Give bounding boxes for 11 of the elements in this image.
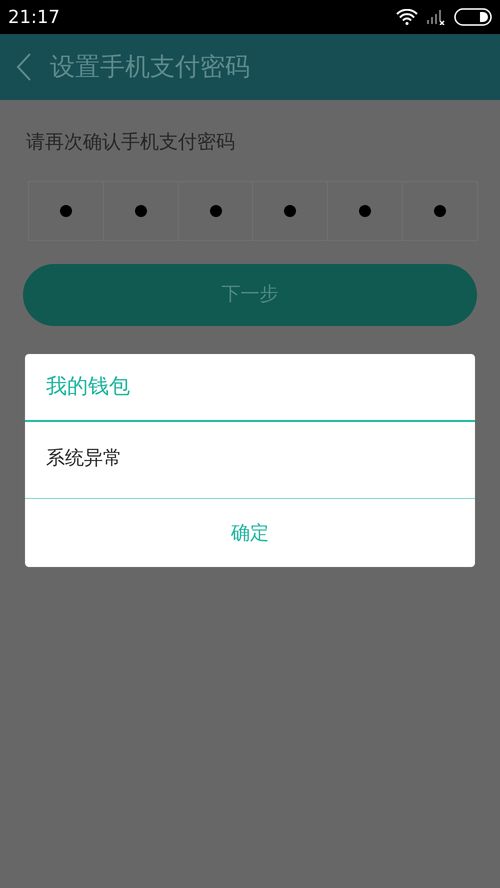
wifi-icon xyxy=(396,9,418,25)
header-title: 设置手机支付密码 xyxy=(50,51,250,84)
dialog-title: 我的钱包 xyxy=(46,373,130,400)
status-time: 21:17 xyxy=(8,6,60,30)
signal-icon xyxy=(426,9,446,25)
pin-field[interactable] xyxy=(28,180,478,240)
confirm-button[interactable]: 确定 xyxy=(25,499,475,567)
prompt-text: 请再次确认手机支付密码 xyxy=(25,130,236,155)
dialog-message: 系统异常 xyxy=(46,446,122,471)
battery-icon xyxy=(454,8,492,26)
back-icon[interactable] xyxy=(16,52,32,82)
